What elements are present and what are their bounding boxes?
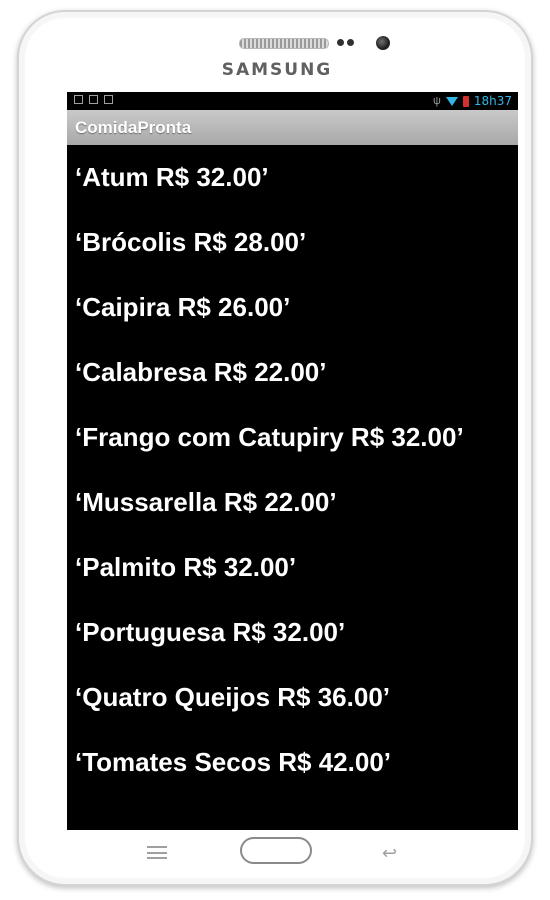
tablet-frame: SAMSUNG ψ 18h37 ComidaPronta ‘Atum R$ 32… [17,10,533,886]
status-clock: 18h37 [473,94,512,108]
status-bar: ψ 18h37 [67,92,518,110]
notification-icons [74,95,113,104]
list-item[interactable]: ‘Atum R$ 32.00’ [67,145,518,210]
list-item[interactable]: ‘Brócolis R$ 28.00’ [67,210,518,275]
screen: ψ 18h37 ComidaPronta ‘Atum R$ 32.00’ ‘Br… [67,92,518,830]
list-item[interactable]: ‘Portuguesa R$ 32.00’ [67,600,518,665]
brand-logo: SAMSUNG [221,60,333,80]
bag-icon [104,95,113,104]
menu-icon[interactable] [147,846,167,859]
battery-icon [462,95,469,107]
speaker-grille [239,38,329,49]
home-button[interactable] [240,837,312,864]
list-item[interactable]: ‘Tomates Secos R$ 42.00’ [67,730,518,795]
bag-icon [89,95,98,104]
app-title: ComidaPronta [67,110,518,145]
list-item[interactable]: ‘Mussarella R$ 22.00’ [67,470,518,535]
menu-list: ‘Atum R$ 32.00’ ‘Brócolis R$ 28.00’ ‘Cai… [67,145,518,795]
list-item[interactable]: ‘Calabresa R$ 22.00’ [67,340,518,405]
list-item[interactable]: ‘Caipira R$ 26.00’ [67,275,518,340]
list-item[interactable]: ‘Palmito R$ 32.00’ [67,535,518,600]
usb-icon: ψ [433,95,441,107]
sensor-dot [337,39,344,46]
front-camera [376,36,390,50]
list-item[interactable]: ‘Frango com Catupiry R$ 32.00’ [67,405,518,470]
system-icons: ψ 18h37 [433,94,512,108]
image-icon [74,95,83,104]
back-icon[interactable]: ↩ [382,843,397,864]
hardware-nav-bar: ↩ [19,834,535,884]
wifi-icon [445,96,458,106]
list-item[interactable]: ‘Quatro Queijos R$ 36.00’ [67,665,518,730]
sensor-dot [347,39,354,46]
